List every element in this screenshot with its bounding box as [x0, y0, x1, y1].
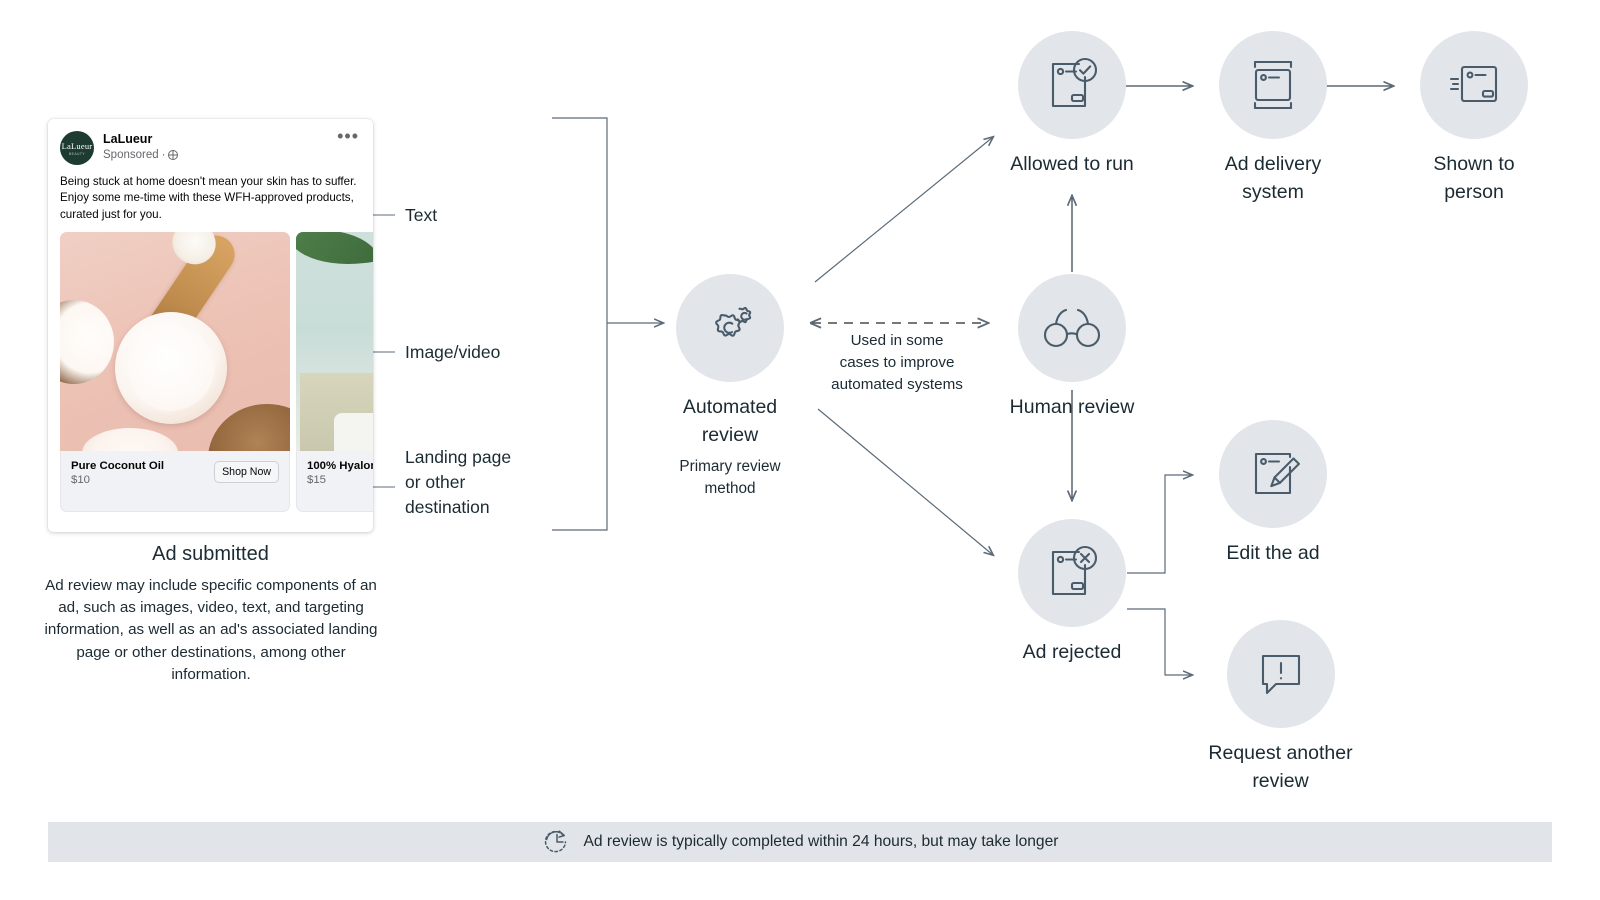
document-check-icon — [1051, 57, 1098, 108]
node-label: Allowed to run — [1010, 153, 1134, 175]
ad-delivery-circle — [1219, 31, 1327, 139]
clock-refresh-icon — [544, 830, 566, 853]
node-human-review[interactable]: Human review — [997, 274, 1147, 422]
avatar: LaLueur BEAUTY — [60, 131, 94, 165]
shown-to-person-circle — [1420, 31, 1528, 139]
human-review-circle — [1018, 274, 1126, 382]
shop-now-button[interactable]: Shop Now — [214, 461, 279, 484]
caption-body: Ad review may include specific component… — [44, 577, 378, 683]
ad-card-header: LaLueur BEAUTY LaLueur Sponsored · ••• — [48, 119, 373, 165]
gears-icon — [715, 306, 752, 337]
ad-preview-card: LaLueur BEAUTY LaLueur Sponsored · ••• B… — [48, 119, 373, 532]
carousel-slide-1[interactable]: Pure Coconut Oil $10 Shop Now — [60, 232, 290, 513]
annotation-landing-page: Landing page or other destination — [405, 447, 512, 517]
product-footer-1: Pure Coconut Oil $10 Shop Now — [60, 451, 290, 512]
product-image-2 — [296, 232, 373, 452]
page-title: Ad submitted — [152, 543, 269, 565]
card-motion-icon — [1449, 65, 1498, 103]
product-price: $15 — [307, 474, 327, 487]
glasses-icon — [1043, 308, 1101, 348]
product-price: $10 — [71, 474, 91, 487]
speech-bubble-alert-icon — [1261, 654, 1300, 695]
edit-ad-circle — [1219, 420, 1327, 528]
node-request-another-review[interactable]: Request another review — [1198, 620, 1363, 795]
automated-review-circle — [676, 274, 784, 382]
node-edit-the-ad[interactable]: Edit the ad — [1198, 420, 1348, 568]
carousel-slide-2[interactable]: 100% Hyalor $15 — [296, 232, 373, 513]
ad-rejected-circle — [1018, 519, 1126, 627]
footer-text: Ad review is typically completed within … — [583, 833, 1059, 850]
ad-body-text: Being stuck at home doesn't mean your sk… — [60, 175, 357, 221]
document-x-icon — [1051, 545, 1098, 596]
annotation-text: Text — [405, 205, 438, 225]
separator-dot: · — [161, 148, 166, 161]
product-title: Pure Coconut Oil — [71, 460, 165, 473]
node-label: Ad rejected — [1022, 641, 1122, 663]
node-label: Request another review — [1208, 742, 1353, 792]
node-label: Shown to person — [1433, 153, 1515, 203]
ad-sponsored-row: Sponsored · — [103, 148, 179, 161]
node-shown-to-person[interactable]: Shown to person — [1399, 31, 1549, 206]
dashed-connector-label: Used in some cases to improve automated … — [831, 332, 963, 394]
node-label: Automated review — [682, 396, 778, 446]
ad-carousel[interactable]: Pure Coconut Oil $10 Shop Now 100% Hyalo… — [48, 232, 373, 513]
request-review-circle — [1226, 620, 1335, 728]
product-image-1 — [60, 232, 290, 452]
allowed-to-run-circle — [1018, 31, 1126, 139]
sponsored-label: Sponsored — [103, 148, 159, 161]
node-sublabel: Primary review method — [679, 458, 781, 498]
annotation-image-video: Image/video — [405, 342, 501, 362]
avatar-label: LaLueur — [61, 140, 93, 151]
pencil-edit-icon — [1254, 452, 1300, 495]
node-allowed-to-run[interactable]: Allowed to run — [997, 31, 1147, 179]
stacked-cards-icon — [1253, 60, 1293, 110]
avatar-sublabel: BEAUTY — [69, 151, 85, 156]
product-title: 100% Hyalor — [307, 460, 373, 473]
ad-page-name[interactable]: LaLueur — [103, 132, 178, 148]
node-ad-delivery-system[interactable]: Ad delivery system — [1198, 31, 1348, 206]
node-label: Edit the ad — [1226, 542, 1320, 564]
node-automated-review[interactable]: Automated review Primary review method — [675, 274, 785, 500]
footer-bar: Ad review is typically completed within … — [48, 822, 1552, 862]
node-label: Ad delivery system — [1224, 153, 1322, 203]
diagram-canvas: LaLueur BEAUTY LaLueur Sponsored · ••• B… — [0, 0, 1600, 900]
product-footer-2: 100% Hyalor $15 — [296, 451, 373, 512]
node-label: Human review — [1009, 396, 1135, 418]
more-options-icon[interactable]: ••• — [337, 127, 361, 145]
globe-icon — [168, 149, 179, 160]
node-ad-rejected[interactable]: Ad rejected — [997, 519, 1147, 667]
